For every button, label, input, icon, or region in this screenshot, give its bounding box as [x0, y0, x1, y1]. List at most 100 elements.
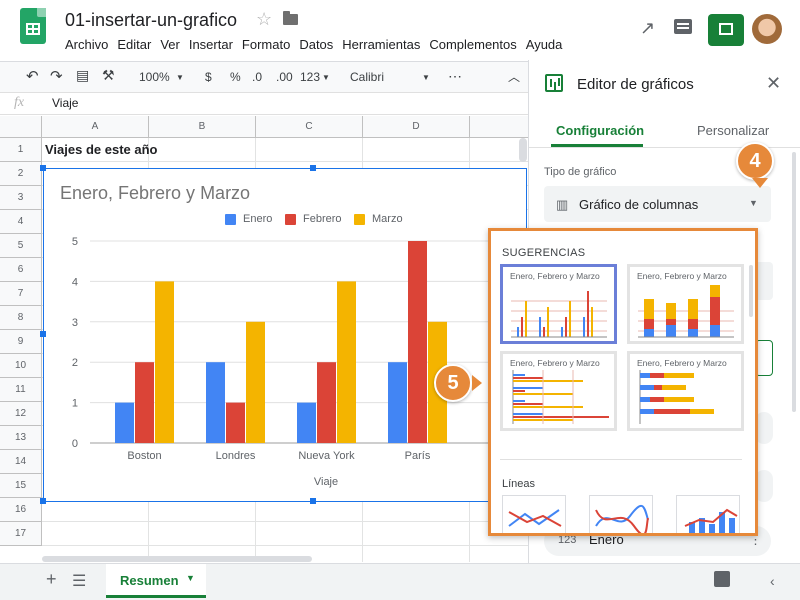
menu-archivo[interactable]: Archivo — [65, 37, 108, 52]
column-header[interactable]: C — [256, 116, 363, 138]
undo-icon[interactable]: ↶ — [26, 67, 39, 85]
menu-herramientas[interactable]: Herramientas — [342, 37, 420, 52]
increase-decimal-button[interactable]: .00 — [276, 70, 293, 84]
title-bar: 01-insertar-un-grafico ☆ Archivo Editar … — [0, 0, 800, 60]
row-header[interactable]: 12 — [0, 402, 42, 426]
chevron-down-icon[interactable]: ▼ — [322, 73, 330, 82]
smooth-line-thumb-icon — [595, 505, 649, 533]
font-select[interactable]: Calibri — [350, 70, 384, 84]
activity-trend-icon[interactable]: ↗ — [640, 18, 655, 39]
row-header[interactable]: 13 — [0, 426, 42, 450]
row-header[interactable]: 2 — [0, 162, 42, 186]
sheet-tab-resumen[interactable]: Resumen ▼ — [106, 564, 206, 598]
row-header[interactable]: 9 — [0, 330, 42, 354]
x-tick-label: Boston — [127, 450, 161, 462]
currency-button[interactable]: $ — [205, 70, 212, 84]
thumb-column-chart[interactable]: Enero, Febrero y Marzo — [500, 264, 617, 344]
menu-ayuda[interactable]: Ayuda — [526, 37, 563, 52]
row-header[interactable]: 5 — [0, 234, 42, 258]
share-button[interactable] — [708, 14, 744, 46]
sheet-list-icon[interactable]: ☰ — [72, 571, 86, 591]
thumb-bar-chart[interactable]: Enero, Febrero y Marzo — [500, 351, 617, 431]
star-icon[interactable]: ☆ — [256, 9, 272, 30]
chart-type-label: Tipo de gráfico — [544, 166, 617, 178]
formula-input[interactable]: Viaje — [52, 96, 78, 110]
menu-datos[interactable]: Datos — [299, 37, 333, 52]
resize-handle[interactable] — [40, 165, 46, 171]
folder-icon[interactable] — [283, 11, 298, 25]
redo-icon[interactable]: ↷ — [50, 67, 63, 85]
thumb-stacked-column-chart[interactable]: Enero, Febrero y Marzo — [627, 264, 744, 344]
row-header[interactable]: 15 — [0, 474, 42, 498]
spreadsheet-grid[interactable]: A B C D 1 2 3 4 5 6 7 8 9 10 11 12 13 14… — [0, 116, 530, 562]
print-icon[interactable]: ▤ — [76, 67, 89, 84]
dropdown-scrollbar[interactable] — [749, 265, 753, 317]
row-header[interactable]: 1 — [0, 138, 42, 162]
comment-icon[interactable] — [674, 19, 692, 34]
row-header[interactable]: 3 — [0, 186, 42, 210]
x-tick-label: Nueva York — [298, 450, 355, 462]
resize-handle[interactable] — [40, 331, 46, 337]
row-header[interactable]: 7 — [0, 282, 42, 306]
menu-insertar[interactable]: Insertar — [189, 37, 233, 52]
bar-enero-1 — [115, 402, 134, 443]
column-header[interactable]: D — [363, 116, 470, 138]
row-header[interactable]: 10 — [0, 354, 42, 378]
column-header[interactable]: A — [42, 116, 149, 138]
row-header[interactable]: 14 — [0, 450, 42, 474]
more-formats-button[interactable]: 123 — [300, 70, 320, 84]
tab-personalizar[interactable]: Personalizar — [697, 123, 769, 138]
horizontal-scrollbar[interactable] — [42, 556, 312, 562]
row-header[interactable]: 8 — [0, 306, 42, 330]
avatar[interactable] — [752, 14, 782, 44]
zoom-select[interactable]: 100% — [139, 70, 170, 84]
percent-button[interactable]: % — [230, 70, 241, 84]
cell-a1[interactable]: Viajes de este año — [45, 142, 158, 157]
add-sheet-icon[interactable]: + — [46, 569, 57, 590]
divider — [500, 459, 742, 460]
resize-handle[interactable] — [40, 498, 46, 504]
close-icon[interactable]: ✕ — [766, 73, 781, 94]
document-title[interactable]: 01-insertar-un-grafico — [65, 10, 237, 31]
thumb-smooth-line-chart[interactable] — [589, 495, 653, 533]
more-options-icon[interactable]: ⋯ — [448, 68, 462, 85]
paint-format-icon[interactable]: ⚒ — [102, 67, 115, 84]
thumb-line-chart[interactable] — [502, 495, 566, 533]
explore-icon[interactable] — [714, 571, 730, 587]
resize-handle[interactable] — [310, 498, 316, 504]
row-header[interactable]: 11 — [0, 378, 42, 402]
row-header[interactable]: 17 — [0, 522, 42, 546]
thumb-combo-chart[interactable] — [676, 495, 740, 533]
column-header[interactable] — [470, 116, 530, 138]
menu-complementos[interactable]: Complementos — [429, 37, 516, 52]
chevron-down-icon[interactable]: ▼ — [176, 73, 184, 82]
row-header[interactable]: 6 — [0, 258, 42, 282]
chart-type-value: Gráfico de columnas — [579, 197, 699, 212]
sheets-logo-icon[interactable] — [20, 8, 46, 44]
chevron-down-icon[interactable]: ▼ — [422, 73, 430, 82]
vertical-scrollbar[interactable] — [519, 138, 527, 162]
thumb-stacked-bar-chart[interactable]: Enero, Febrero y Marzo — [627, 351, 744, 431]
bar-enero-3 — [297, 402, 316, 443]
tab-configuracion[interactable]: Configuración — [556, 123, 644, 138]
menu-ver[interactable]: Ver — [160, 37, 180, 52]
suggestions-label: SUGERENCIAS — [502, 247, 586, 259]
editor-title: Editor de gráficos — [577, 76, 694, 93]
menu-editar[interactable]: Editar — [117, 37, 151, 52]
corner-cell[interactable] — [0, 116, 42, 138]
bar-chart-thumb-icon — [512, 370, 609, 424]
chevron-down-icon[interactable]: ▼ — [186, 573, 195, 583]
menu-formato[interactable]: Formato — [242, 37, 290, 52]
row-header[interactable]: 16 — [0, 498, 42, 522]
chevron-up-icon[interactable]: ︿ — [508, 68, 520, 85]
lines-section-label: Líneas — [502, 478, 536, 490]
resize-handle[interactable] — [310, 165, 316, 171]
chart[interactable]: Enero, Febrero y Marzo Enero Febrero Mar… — [40, 165, 527, 504]
chevron-left-icon[interactable]: ‹ — [770, 573, 775, 589]
column-header[interactable]: B — [149, 116, 256, 138]
editor-scrollbar[interactable] — [792, 152, 796, 412]
chart-type-select[interactable]: ▥ Gráfico de columnas ▼ — [544, 186, 771, 222]
decrease-decimal-button[interactable]: .0 — [252, 70, 262, 84]
row-header[interactable]: 4 — [0, 210, 42, 234]
chevron-down-icon: ▼ — [749, 198, 758, 208]
